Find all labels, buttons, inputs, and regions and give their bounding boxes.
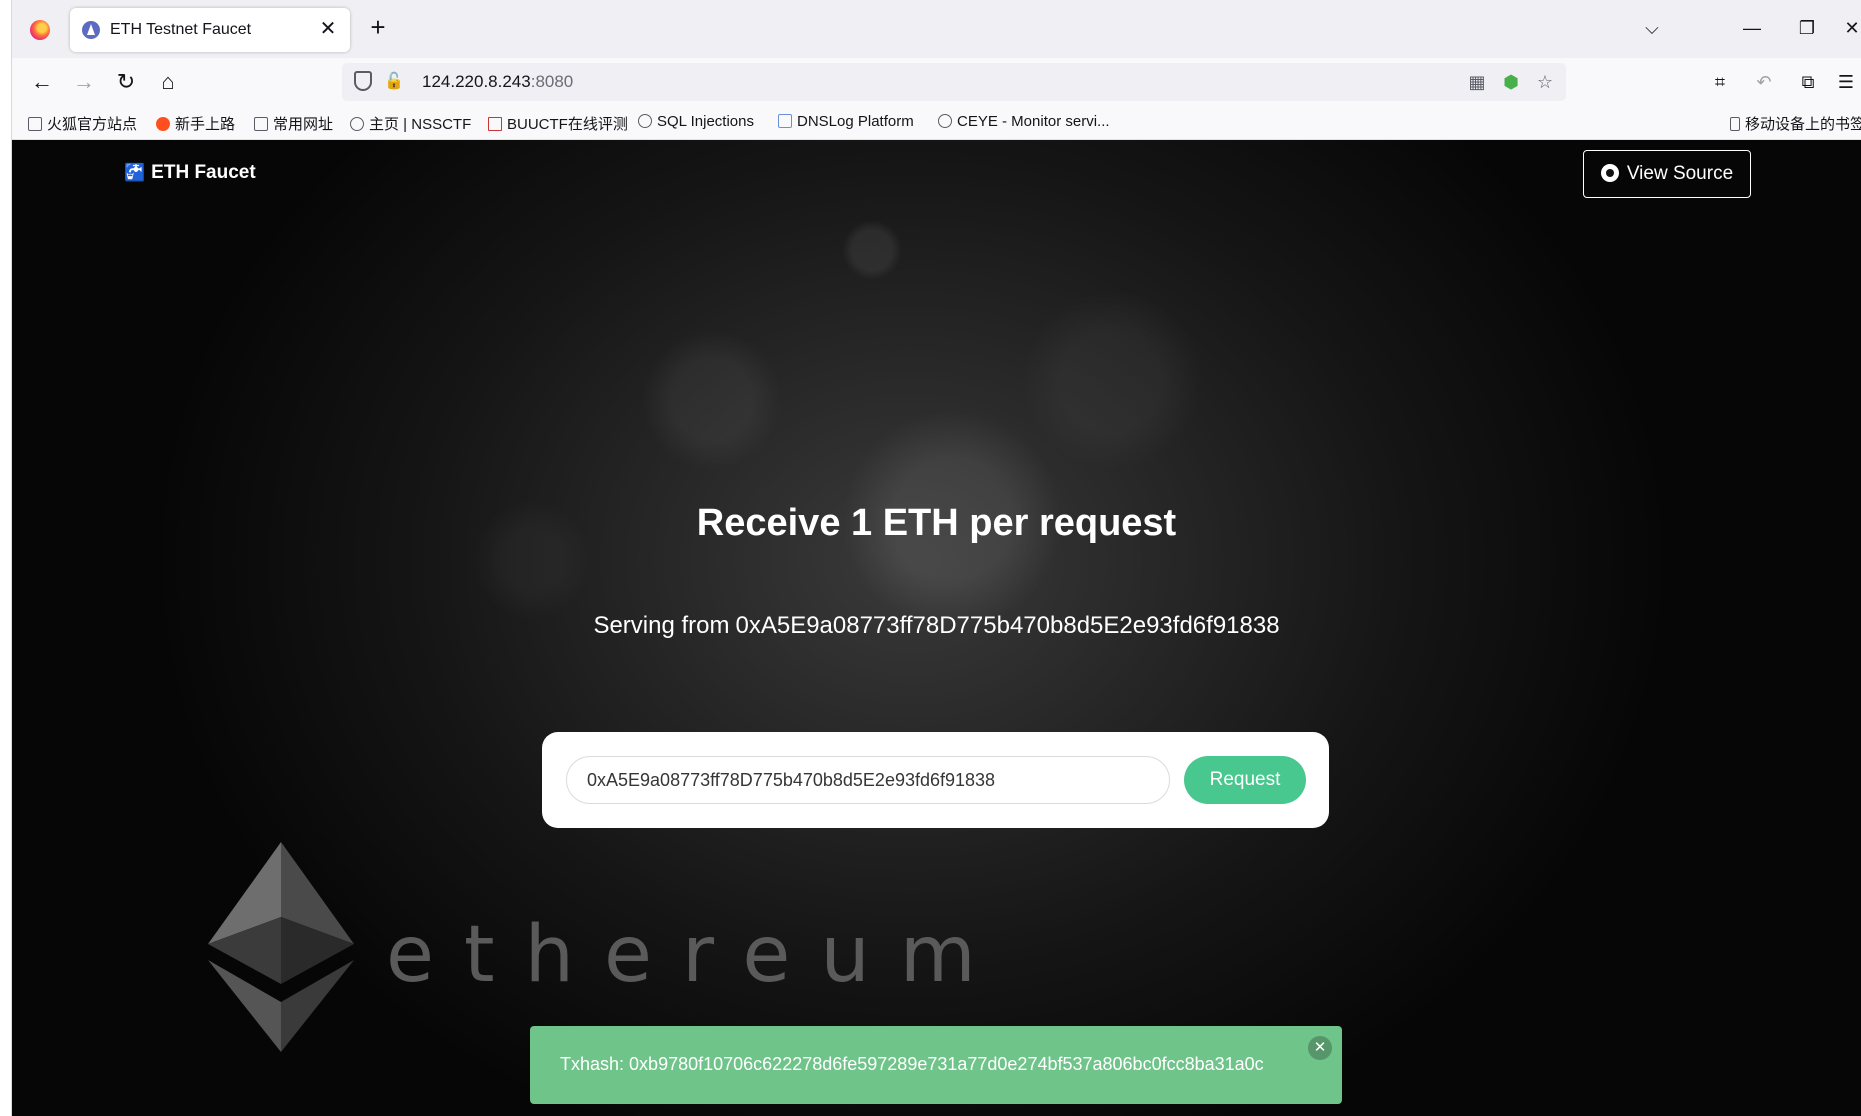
shield-icon[interactable] bbox=[354, 71, 372, 91]
url-bar[interactable]: 🔓 124.220.8.243:8080 ▦ ⬢ ☆ bbox=[342, 63, 1566, 101]
folder-icon bbox=[28, 117, 42, 131]
tab-eth-faucet[interactable]: ETH Testnet Faucet ✕ bbox=[70, 8, 350, 52]
close-window-button[interactable]: ✕ bbox=[1832, 12, 1861, 44]
firefox-icon bbox=[156, 117, 170, 131]
ethereum-logo-icon bbox=[208, 842, 354, 1052]
mobile-icon bbox=[1730, 117, 1740, 131]
bookmark-item[interactable]: 新手上路 bbox=[156, 113, 235, 134]
page-content: 🚰 ETH Faucet View Source Receive 1 ETH pe… bbox=[12, 140, 1861, 1116]
github-icon bbox=[1600, 164, 1619, 182]
faucet-icon: 🚰 bbox=[124, 163, 146, 182]
back-button[interactable]: ← bbox=[26, 66, 58, 98]
restore-button[interactable]: ❐ bbox=[1787, 12, 1827, 44]
address-input[interactable] bbox=[566, 756, 1170, 804]
bookmark-item[interactable]: CEYE - Monitor servi... bbox=[938, 113, 1110, 130]
star-icon[interactable]: ☆ bbox=[1534, 71, 1556, 93]
tab-list-icon[interactable]: ⌵ bbox=[1638, 14, 1666, 42]
undo-icon[interactable]: ↶ bbox=[1748, 66, 1780, 98]
crop-icon[interactable]: ⌗ bbox=[1704, 66, 1736, 98]
ethereum-tab-icon bbox=[82, 21, 100, 39]
bookmarks-bar: 火狐官方站点 新手上路 常用网址 主页 | NSSCTF BUUCTF在线评测 … bbox=[12, 106, 1861, 140]
request-button[interactable]: Request bbox=[1184, 756, 1306, 804]
bookmark-item[interactable]: 火狐官方站点 bbox=[28, 113, 137, 134]
new-tab-button[interactable]: + bbox=[364, 14, 392, 42]
tx-hash-text: Txhash: 0xb9780f10706c622278d6fe597289e7… bbox=[560, 1054, 1264, 1074]
nav-bar: ← → ↻ ⌂ 🔓 124.220.8.243:8080 ▦ ⬢ ☆ ⌗ ↶ ⧉… bbox=[12, 58, 1861, 106]
ceye-icon bbox=[938, 114, 952, 128]
extension-icon[interactable]: ⬢ bbox=[1500, 71, 1522, 93]
buuctf-icon bbox=[488, 117, 502, 131]
qr-code-icon[interactable]: ▦ bbox=[1466, 71, 1488, 93]
mobile-bookmarks[interactable]: 移动设备上的书签 bbox=[1730, 113, 1861, 134]
tab-title: ETH Testnet Faucet bbox=[110, 21, 252, 38]
globe-icon bbox=[350, 117, 364, 131]
minimize-button[interactable]: — bbox=[1732, 12, 1772, 44]
folder-icon bbox=[254, 117, 268, 131]
view-source-button[interactable]: View Source bbox=[1583, 150, 1751, 198]
ethereum-wordmark: ethereum bbox=[386, 910, 1006, 1000]
faucet-address: 0xA5E9a08773ff78D775b470b8d5E2e93fd6f918… bbox=[735, 612, 1280, 639]
bookmark-item[interactable]: 主页 | NSSCTF bbox=[350, 113, 471, 134]
serving-text: Serving from 0xA5E9a08773ff78D775b470b8d5… bbox=[593, 612, 1280, 639]
close-icon[interactable]: ✕ bbox=[1308, 1036, 1332, 1060]
bookmark-item[interactable]: BUUCTF在线评测 bbox=[488, 113, 628, 134]
extensions-icon[interactable]: ⧉ bbox=[1792, 66, 1824, 98]
request-form: Request bbox=[542, 732, 1329, 828]
insecure-lock-icon[interactable]: 🔓 bbox=[384, 71, 404, 93]
tx-notification: Txhash: 0xb9780f10706c622278d6fe597289e7… bbox=[530, 1026, 1342, 1104]
globe-icon bbox=[638, 114, 652, 128]
window-edge bbox=[0, 0, 12, 1116]
menu-icon[interactable]: ☰ bbox=[1830, 66, 1861, 98]
tab-bar: ETH Testnet Faucet ✕ + ⌵ — ❐ ✕ bbox=[12, 0, 1861, 58]
bookmark-item[interactable]: DNSLog Platform bbox=[778, 113, 914, 130]
reload-button[interactable]: ↻ bbox=[110, 66, 142, 98]
home-button[interactable]: ⌂ bbox=[152, 66, 184, 98]
brand-link[interactable]: 🚰 ETH Faucet bbox=[124, 162, 256, 184]
url-text[interactable]: 124.220.8.243:8080 bbox=[422, 72, 573, 92]
browser-window: ETH Testnet Faucet ✕ + ⌵ — ❐ ✕ ← → ↻ ⌂ 🔓… bbox=[0, 0, 1861, 1116]
dnslog-icon bbox=[778, 114, 792, 128]
bookmark-item[interactable]: 常用网址 bbox=[254, 113, 333, 134]
bookmark-item[interactable]: SQL Injections bbox=[638, 113, 754, 130]
page-title: Receive 1 ETH per request bbox=[696, 502, 1177, 544]
close-icon[interactable]: ✕ bbox=[316, 17, 340, 41]
firefox-icon[interactable] bbox=[30, 20, 50, 40]
forward-button[interactable]: → bbox=[68, 66, 100, 98]
